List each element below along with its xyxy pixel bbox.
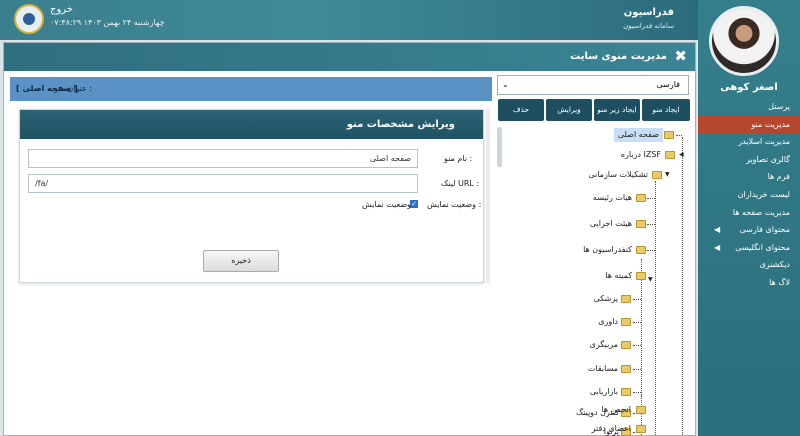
federation-logo-icon <box>14 4 44 34</box>
top-header: خروج چهارشنبه ۲۴ بهمن ۱۴۰۳ ۰۷:۴۸:۲۹ فدرا… <box>0 0 698 40</box>
sidebar-item-pages-management[interactable]: مدیریت صفحه ها <box>698 204 800 222</box>
tree-node[interactable]: داوری <box>598 315 618 329</box>
tree-guide-line <box>676 135 682 136</box>
menu-management-window: مدیریت منوی سایت ✖ عنوان منو : [ صفحه اص… <box>3 42 696 436</box>
tree-guide-line <box>647 224 655 225</box>
tree-guide-line <box>633 345 641 346</box>
language-select[interactable]: فارسی ⌄ <box>497 75 689 95</box>
folder-icon <box>621 388 631 396</box>
tree-guide-line <box>655 181 656 436</box>
sidebar-item-english-content[interactable]: محتوای انگلیسی ◀ <box>698 239 800 257</box>
visibility-checkbox[interactable]: ✓ <box>410 200 418 208</box>
close-icon[interactable]: ✖ <box>674 47 687 65</box>
menu-name-input[interactable]: صفحه اصلی <box>28 149 418 168</box>
menu-name-label: نام منو : <box>444 154 473 163</box>
url-input[interactable]: /fa/ <box>28 174 418 193</box>
create-submenu-button[interactable]: ایجاد زیر منو <box>594 99 640 121</box>
folder-icon <box>636 246 646 254</box>
tree-guide-line <box>682 137 683 436</box>
site-title: فدراسیون <box>623 7 674 18</box>
tree-guide-line <box>633 369 641 370</box>
edit-button[interactable]: ویرایش <box>546 99 592 121</box>
user-name: اصغر کوهی <box>720 82 778 93</box>
tree-guide-line <box>633 392 641 393</box>
delete-button[interactable]: حذف <box>498 99 544 121</box>
save-button[interactable]: ذخیره <box>203 250 279 272</box>
sidebar-menu: پرسنل مدیریت منو مدیریت اسلایدر گالری تص… <box>698 98 800 292</box>
create-menu-button[interactable]: ایجاد منو <box>642 99 690 121</box>
tree-node[interactable]: انجمن ها <box>601 403 631 417</box>
folder-icon <box>621 295 631 303</box>
visibility-checkbox-label: وضعیت نمایش <box>362 200 412 209</box>
visibility-label: وضعیت نمایش : <box>427 200 482 209</box>
folder-icon <box>621 365 631 373</box>
expand-icon[interactable]: ◀ <box>679 151 684 158</box>
language-select-value: فارسی <box>656 80 681 89</box>
sidebar-item-logs[interactable]: لاگ ها <box>698 274 800 292</box>
sidebar: اصغر کوهی پرسنل مدیریت منو مدیریت اسلاید… <box>698 0 800 436</box>
tree-node[interactable]: پزشکی <box>594 292 618 306</box>
tree-node[interactable]: هیات رئیسه <box>593 191 632 205</box>
collapse-icon[interactable]: ▼ <box>665 171 670 178</box>
card-title: ویرایش مشخصات منو <box>346 119 455 130</box>
card-header: ویرایش مشخصات منو <box>20 110 483 139</box>
sidebar-item-forms[interactable]: فرم ها <box>698 168 800 186</box>
tree-guide-line <box>633 299 641 300</box>
folder-icon <box>621 318 631 326</box>
tree-guide-line <box>647 250 655 251</box>
tree-node[interactable]: تشکیلات سازمانی <box>588 168 648 182</box>
folder-icon <box>636 406 646 414</box>
tree-guide-line <box>647 198 655 199</box>
tree-node[interactable]: بازاریابی <box>590 385 618 399</box>
tree-guide-line <box>633 322 641 323</box>
tree-node[interactable]: مسابقات <box>588 362 618 376</box>
tree-node[interactable]: مربیگری <box>590 338 618 352</box>
sidebar-item-slider-management[interactable]: مدیریت اسلایدر <box>698 133 800 151</box>
tree-node[interactable]: هیئت اجرایی <box>590 217 632 231</box>
tree-node[interactable]: کنفدراسیون ها <box>583 243 632 257</box>
breadcrumb-value: [ صفحه اصلی ] <box>16 84 78 93</box>
folder-icon <box>636 425 646 433</box>
window-titlebar: مدیریت منوی سایت ✖ <box>4 43 695 71</box>
window-title: مدیریت منوی سایت <box>570 51 667 62</box>
chevron-down-icon: ⌄ <box>502 80 509 89</box>
folder-icon <box>664 131 674 139</box>
current-date-time: چهارشنبه ۲۴ بهمن ۱۴۰۳ ۰۷:۴۸:۲۹ <box>50 18 165 27</box>
folder-icon <box>636 272 646 280</box>
tree-node[interactable]: درباره IZSF <box>621 148 661 162</box>
sidebar-item-persian-content[interactable]: محتوای فارسی ◀ <box>698 221 800 239</box>
folder-icon <box>636 194 646 202</box>
menu-tree: صفحه اصلی ◀ درباره IZSF ▼ تشکیلات سازمان… <box>497 123 694 436</box>
site-subtitle: سامانه فدراسیون <box>623 22 674 30</box>
scrollbar[interactable] <box>486 109 490 283</box>
folder-icon <box>636 220 646 228</box>
folder-icon <box>665 151 675 159</box>
breadcrumb: عنوان منو : [ صفحه اصلی ] <box>10 77 492 101</box>
scrollbar[interactable] <box>497 127 502 167</box>
sidebar-item-personnel[interactable]: پرسنل <box>698 98 800 116</box>
chevron-left-icon: ◀ <box>714 225 721 235</box>
sidebar-item-dictionary[interactable]: دیکشنری <box>698 256 800 274</box>
logout-link[interactable]: خروج <box>50 4 73 15</box>
sidebar-item-menu-management[interactable]: مدیریت منو <box>698 115 800 134</box>
tree-node[interactable]: کمیته ها <box>605 269 632 283</box>
folder-icon <box>652 171 662 179</box>
tree-node[interactable]: اعضای دفتر <box>592 422 631 436</box>
avatar <box>709 6 779 76</box>
sidebar-item-buyers-list[interactable]: لیست خریداران <box>698 186 800 204</box>
collapse-icon[interactable]: ▼ <box>648 276 653 283</box>
sidebar-item-image-gallery[interactable]: گالری تصاویر <box>698 151 800 169</box>
tree-node[interactable]: صفحه اصلی <box>613 128 663 142</box>
folder-icon <box>621 341 631 349</box>
sidebar-item-label: محتوای انگلیسی <box>735 242 790 252</box>
sidebar-item-label: محتوای فارسی <box>739 225 790 235</box>
url-label: لینک URL : <box>441 179 480 188</box>
chevron-left-icon: ◀ <box>714 242 721 252</box>
